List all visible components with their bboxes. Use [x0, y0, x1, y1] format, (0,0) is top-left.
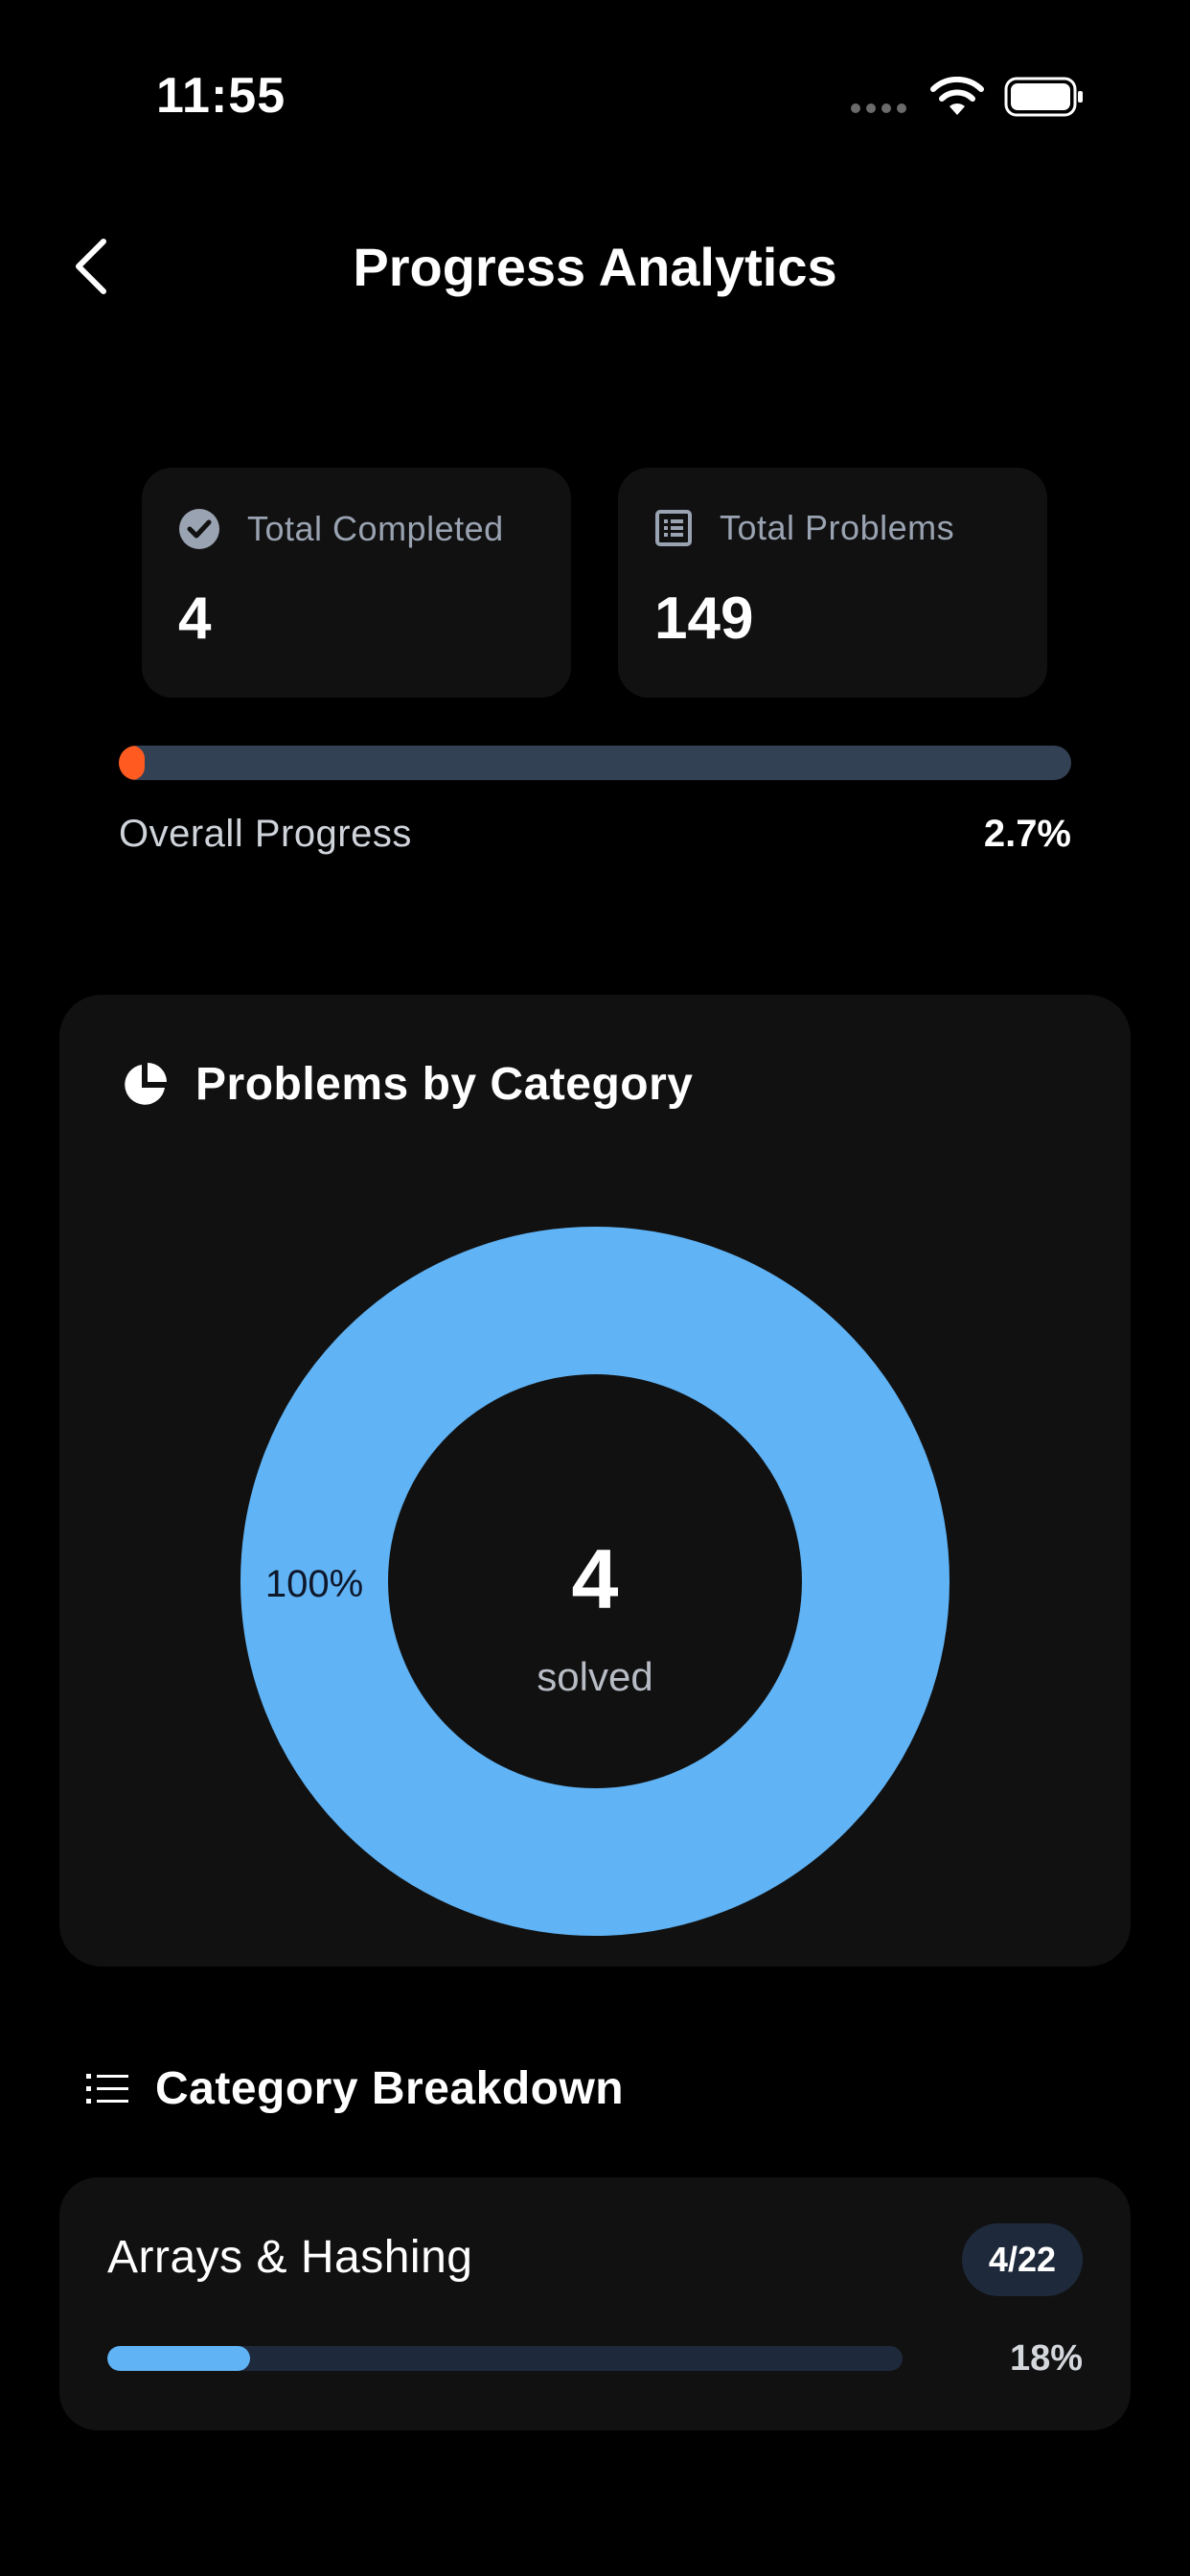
donut-center-label: solved [537, 1654, 652, 1699]
header: Progress Analytics [0, 211, 1190, 326]
total-problems-label: Total Problems [720, 508, 955, 547]
category-name: Arrays & Hashing [107, 2232, 473, 2283]
total-completed-label: Total Completed [247, 509, 504, 548]
breakdown-title: Category Breakdown [155, 2063, 625, 2114]
total-problems-card: Total Problems 149 [618, 468, 1047, 698]
category-progress-bar [107, 2346, 903, 2371]
wifi-icon [930, 77, 984, 115]
problems-by-category-card: 100% 4 solved Problems by Category [59, 995, 1131, 1966]
total-completed-card: Total Completed 4 [142, 468, 571, 698]
category-breakdown-header: Category Breakdown [84, 2062, 624, 2115]
total-completed-value: 4 [178, 586, 212, 652]
category-percent: 18% [1009, 2338, 1083, 2379]
donut-center-value: 4 [572, 1531, 619, 1626]
total-problems-value: 149 [654, 586, 754, 652]
page-title: Progress Analytics [353, 237, 837, 297]
battery-icon [1004, 77, 1083, 117]
category-card-arrays-hashing[interactable]: Arrays & Hashing 4/22 18% [59, 2177, 1131, 2430]
overall-progress-label: Overall Progress [119, 813, 412, 855]
category-count-badge: 4/22 [961, 2223, 1083, 2296]
chart-title: Problems by Category [195, 1059, 694, 1110]
category-progress-fill [107, 2346, 251, 2371]
overall-progress-bar [119, 746, 1071, 780]
status-time: 11:55 [156, 68, 286, 124]
cellular-signal-icon [851, 104, 906, 113]
check-circle-icon [179, 509, 219, 549]
pie-chart-icon [125, 1062, 167, 1105]
list-document-icon [655, 510, 692, 546]
overall-progress-fill [119, 746, 145, 780]
donut-slice-label: 100% [265, 1563, 363, 1605]
list-icon [86, 2073, 128, 2104]
status-bar: 11:55 [0, 0, 1190, 192]
category-donut-chart: 100% 4 solved [240, 1227, 950, 1936]
overall-progress-percent: 2.7% [983, 813, 1071, 855]
